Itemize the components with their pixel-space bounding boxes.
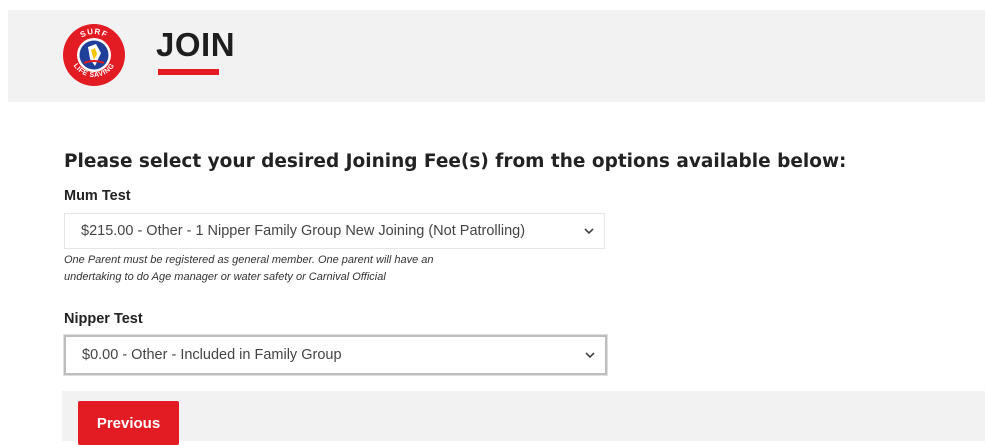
- page-title: JOIN: [156, 26, 236, 63]
- joining-fee-heading: Please select your desired Joining Fee(s…: [64, 151, 847, 172]
- selected-fee-value: $215.00 - Other - 1 Nipper Family Group …: [81, 223, 526, 239]
- member-name-mum: Mum Test: [64, 188, 131, 204]
- chevron-down-icon: [585, 352, 595, 359]
- helper-line: undertaking to do Age manager or water s…: [64, 271, 386, 283]
- joining-fee-select-mum[interactable]: $215.00 - Other - 1 Nipper Family Group …: [64, 213, 605, 249]
- selected-fee-value: $0.00 - Other - Included in Family Group: [82, 347, 342, 363]
- form-footer: [62, 391, 985, 441]
- joining-fee-select-nipper[interactable]: $0.00 - Other - Included in Family Group: [64, 335, 607, 375]
- title-underline: [158, 69, 219, 75]
- fee-helper-text: One Parent must be registered as general…: [64, 252, 584, 286]
- helper-line: One Parent must be registered as general…: [64, 254, 434, 266]
- page-header: SURF LIFE SAVING JOIN: [8, 10, 985, 102]
- surf-life-saving-logo-icon[interactable]: SURF LIFE SAVING: [62, 23, 126, 87]
- previous-button[interactable]: Previous: [78, 401, 179, 445]
- member-name-nipper: Nipper Test: [64, 311, 143, 327]
- chevron-down-icon: [584, 228, 594, 235]
